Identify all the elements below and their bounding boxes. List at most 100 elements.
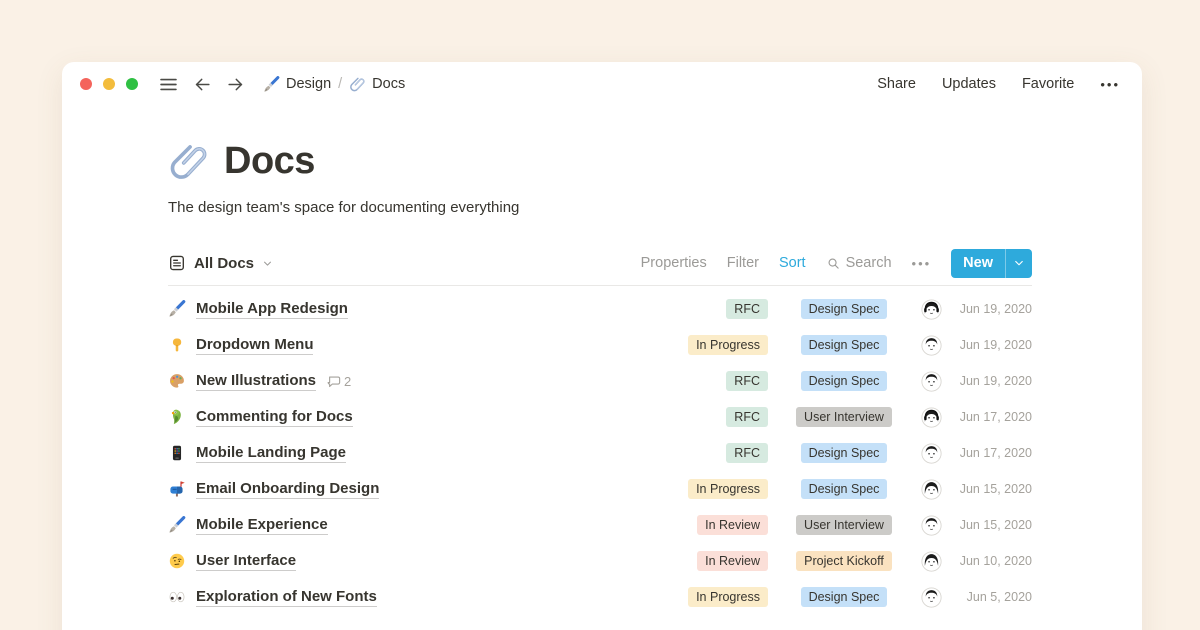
share-button[interactable]: Share xyxy=(877,76,916,92)
status-tag[interactable]: In Progress xyxy=(688,479,768,499)
doc-type-tag[interactable]: Design Spec xyxy=(801,299,888,319)
paperclip-icon xyxy=(349,76,366,93)
toolbar-divider xyxy=(168,285,1032,286)
doc-type-tag[interactable]: Design Spec xyxy=(801,479,888,499)
filter-button[interactable]: Filter xyxy=(727,255,759,271)
properties-button[interactable]: Properties xyxy=(641,255,707,271)
toolbar-more-button[interactable]: ••• xyxy=(912,256,932,271)
comment-count-badge[interactable]: 2 xyxy=(326,374,351,389)
status-tag[interactable]: RFC xyxy=(726,443,768,463)
window-more-button[interactable]: ••• xyxy=(1100,77,1120,92)
view-switcher[interactable]: All Docs xyxy=(168,254,273,272)
updates-button[interactable]: Updates xyxy=(942,76,996,92)
table-row[interactable]: Email Onboarding Design In Progress Desi… xyxy=(168,471,1032,507)
mailbox-icon xyxy=(168,480,196,498)
table-row[interactable]: Mobile Experience In Review User Intervi… xyxy=(168,507,1032,543)
avatar xyxy=(921,479,942,500)
doc-type-tag[interactable]: User Interview xyxy=(796,407,892,427)
doc-type-tag[interactable]: User Interview xyxy=(796,515,892,535)
doc-date: Jun 5, 2020 xyxy=(950,590,1032,604)
page-header: Docs xyxy=(168,140,1032,183)
app-window: Design / Docs Share Updates Favorite •••… xyxy=(62,62,1142,630)
search-icon xyxy=(826,256,841,271)
avatar xyxy=(921,335,942,356)
eyes-icon xyxy=(168,588,196,606)
paintbrush-icon xyxy=(168,300,196,318)
mobile-phone-icon xyxy=(168,444,196,462)
chevron-down-icon xyxy=(262,258,273,269)
avatar xyxy=(921,443,942,464)
status-tag[interactable]: In Review xyxy=(697,515,768,535)
avatar xyxy=(921,515,942,536)
paintbrush-icon xyxy=(263,76,280,93)
status-tag[interactable]: In Progress xyxy=(688,335,768,355)
doc-title[interactable]: Email Onboarding Design xyxy=(196,480,379,499)
paperclip-icon xyxy=(168,141,210,183)
doc-title[interactable]: Mobile App Redesign xyxy=(196,300,348,319)
status-tag[interactable]: In Progress xyxy=(688,587,768,607)
maximize-window-button[interactable] xyxy=(126,78,138,90)
page-subtitle: The design team's space for documenting … xyxy=(168,199,1032,216)
new-button-label[interactable]: New xyxy=(951,249,1005,278)
status-tag[interactable]: In Review xyxy=(697,551,768,571)
avatar xyxy=(921,407,942,428)
doc-title[interactable]: Commenting for Docs xyxy=(196,408,353,427)
page-content: Docs The design team's space for documen… xyxy=(62,106,1142,615)
new-button[interactable]: New xyxy=(951,249,1032,278)
doc-title[interactable]: User Interface xyxy=(196,552,296,571)
status-tag[interactable]: RFC xyxy=(726,299,768,319)
sort-button[interactable]: Sort xyxy=(779,255,806,271)
doc-date: Jun 17, 2020 xyxy=(950,446,1032,460)
minimize-window-button[interactable] xyxy=(103,78,115,90)
traffic-lights xyxy=(80,78,138,90)
table-row[interactable]: Exploration of New Fonts In Progress Des… xyxy=(168,579,1032,615)
chevron-down-icon[interactable] xyxy=(1006,249,1032,278)
doc-date: Jun 15, 2020 xyxy=(950,482,1032,496)
breadcrumb-separator: / xyxy=(338,76,342,92)
favorite-button[interactable]: Favorite xyxy=(1022,76,1074,92)
docs-table: Mobile App Redesign RFC Design Spec Jun … xyxy=(168,291,1032,615)
breadcrumb-item-docs[interactable]: Docs xyxy=(349,76,405,93)
doc-title[interactable]: Exploration of New Fonts xyxy=(196,588,377,607)
breadcrumb-item-design[interactable]: Design xyxy=(263,76,331,93)
toolbar-actions: Properties Filter Sort Search ••• New xyxy=(641,249,1032,278)
forward-arrow-icon[interactable] xyxy=(226,75,245,94)
view-toolbar: All Docs Properties Filter Sort Search •… xyxy=(168,248,1032,278)
avatar xyxy=(921,551,942,572)
doc-date: Jun 19, 2020 xyxy=(950,302,1032,316)
back-arrow-icon[interactable] xyxy=(193,75,212,94)
table-row[interactable]: Commenting for Docs RFC User Interview J… xyxy=(168,399,1032,435)
doc-title[interactable]: Dropdown Menu xyxy=(196,336,313,355)
status-tag[interactable]: RFC xyxy=(726,371,768,391)
doc-type-tag[interactable]: Design Spec xyxy=(801,587,888,607)
search-button[interactable]: Search xyxy=(826,255,892,271)
palette-icon xyxy=(168,372,196,390)
doc-type-tag[interactable]: Design Spec xyxy=(801,443,888,463)
doc-title[interactable]: Mobile Experience xyxy=(196,516,328,535)
doc-type-tag[interactable]: Design Spec xyxy=(801,371,888,391)
doc-date: Jun 15, 2020 xyxy=(950,518,1032,532)
doc-date: Jun 19, 2020 xyxy=(950,338,1032,352)
table-row[interactable]: Mobile Landing Page RFC Design Spec Jun … xyxy=(168,435,1032,471)
avatar xyxy=(921,587,942,608)
doc-type-tag[interactable]: Design Spec xyxy=(801,335,888,355)
table-row[interactable]: Mobile App Redesign RFC Design Spec Jun … xyxy=(168,291,1032,327)
table-row[interactable]: User Interface In Review Project Kickoff… xyxy=(168,543,1032,579)
table-row[interactable]: Dropdown Menu In Progress Design Spec Ju… xyxy=(168,327,1032,363)
doc-type-tag[interactable]: Project Kickoff xyxy=(796,551,892,571)
doc-list-icon xyxy=(168,254,186,272)
search-label: Search xyxy=(846,255,892,271)
close-window-button[interactable] xyxy=(80,78,92,90)
status-tag[interactable]: RFC xyxy=(726,407,768,427)
doc-title[interactable]: Mobile Landing Page xyxy=(196,444,346,463)
breadcrumb-label: Docs xyxy=(372,76,405,92)
titlebar-actions: Share Updates Favorite ••• xyxy=(877,76,1120,92)
sidebar-toggle-icon[interactable] xyxy=(158,74,179,95)
doc-date: Jun 10, 2020 xyxy=(950,554,1032,568)
window-titlebar: Design / Docs Share Updates Favorite ••• xyxy=(62,62,1142,106)
breadcrumb: Design / Docs xyxy=(263,76,405,93)
doc-title[interactable]: New Illustrations xyxy=(196,372,316,391)
comment-icon xyxy=(326,374,341,389)
table-row[interactable]: New Illustrations 2 RFC Design Spec Jun … xyxy=(168,363,1032,399)
page-title: Docs xyxy=(224,140,315,183)
